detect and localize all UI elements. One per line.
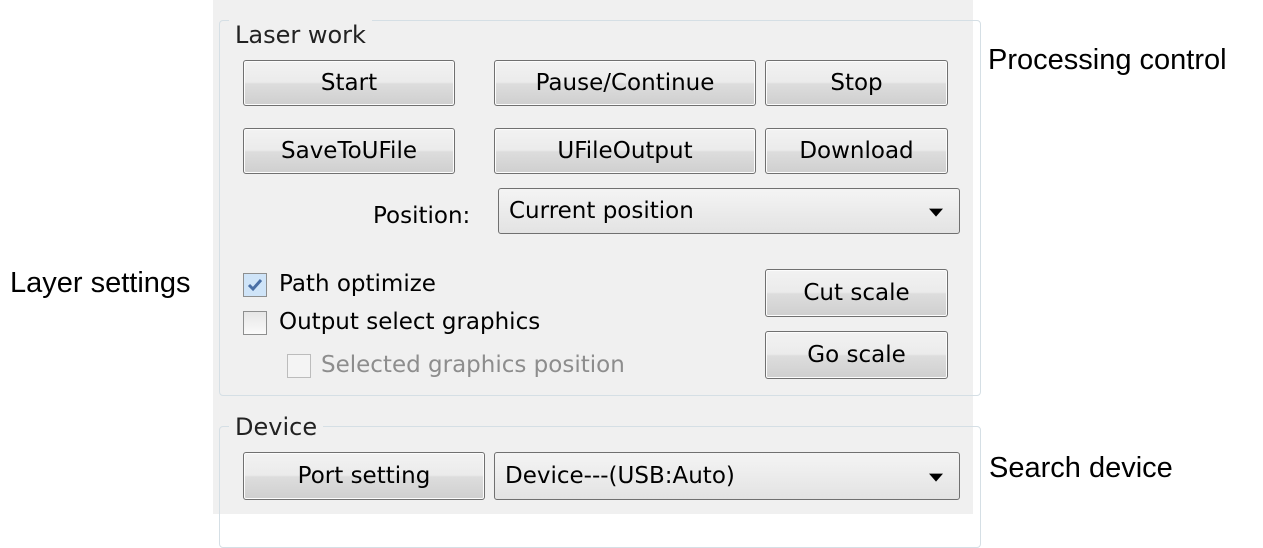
download-button[interactable]: Download <box>765 128 948 174</box>
position-select-value: Current position <box>509 198 694 224</box>
path-optimize-label: Path optimize <box>279 271 436 297</box>
path-optimize-checkbox[interactable] <box>243 273 267 297</box>
selected-graphics-position-label: Selected graphics position <box>321 352 625 378</box>
pause-continue-button[interactable]: Pause/Continue <box>494 60 756 106</box>
stop-button[interactable]: Stop <box>765 60 948 106</box>
processing-control-annotation: Processing control <box>988 44 1227 76</box>
chevron-down-icon <box>929 473 943 482</box>
search-device-annotation: Search device <box>989 452 1173 484</box>
chevron-down-icon <box>929 208 943 217</box>
device-select[interactable]: Device---(USB:Auto) <box>494 452 960 500</box>
port-setting-button[interactable]: Port setting <box>243 452 485 500</box>
output-select-graphics-label: Output select graphics <box>279 309 541 335</box>
device-select-value: Device---(USB:Auto) <box>505 463 735 489</box>
ufile-output-button[interactable]: UFileOutput <box>494 128 756 174</box>
layer-settings-annotation: Layer settings <box>10 267 191 299</box>
output-select-graphics-checkbox[interactable] <box>243 311 267 335</box>
go-scale-button[interactable]: Go scale <box>765 331 948 379</box>
selected-graphics-position-checkbox[interactable] <box>287 354 311 378</box>
device-group-label: Device <box>229 412 324 442</box>
start-button[interactable]: Start <box>243 60 455 106</box>
laser-control-panel: Laser work Start Pause/Continue Stop Sav… <box>213 0 981 548</box>
save-to-ufile-button[interactable]: SaveToUFile <box>243 128 455 174</box>
checkmark-icon <box>244 274 266 296</box>
cut-scale-button[interactable]: Cut scale <box>765 269 948 317</box>
laser-work-group-label: Laser work <box>229 20 372 50</box>
position-select[interactable]: Current position <box>498 188 960 234</box>
position-label: Position: <box>373 203 471 229</box>
